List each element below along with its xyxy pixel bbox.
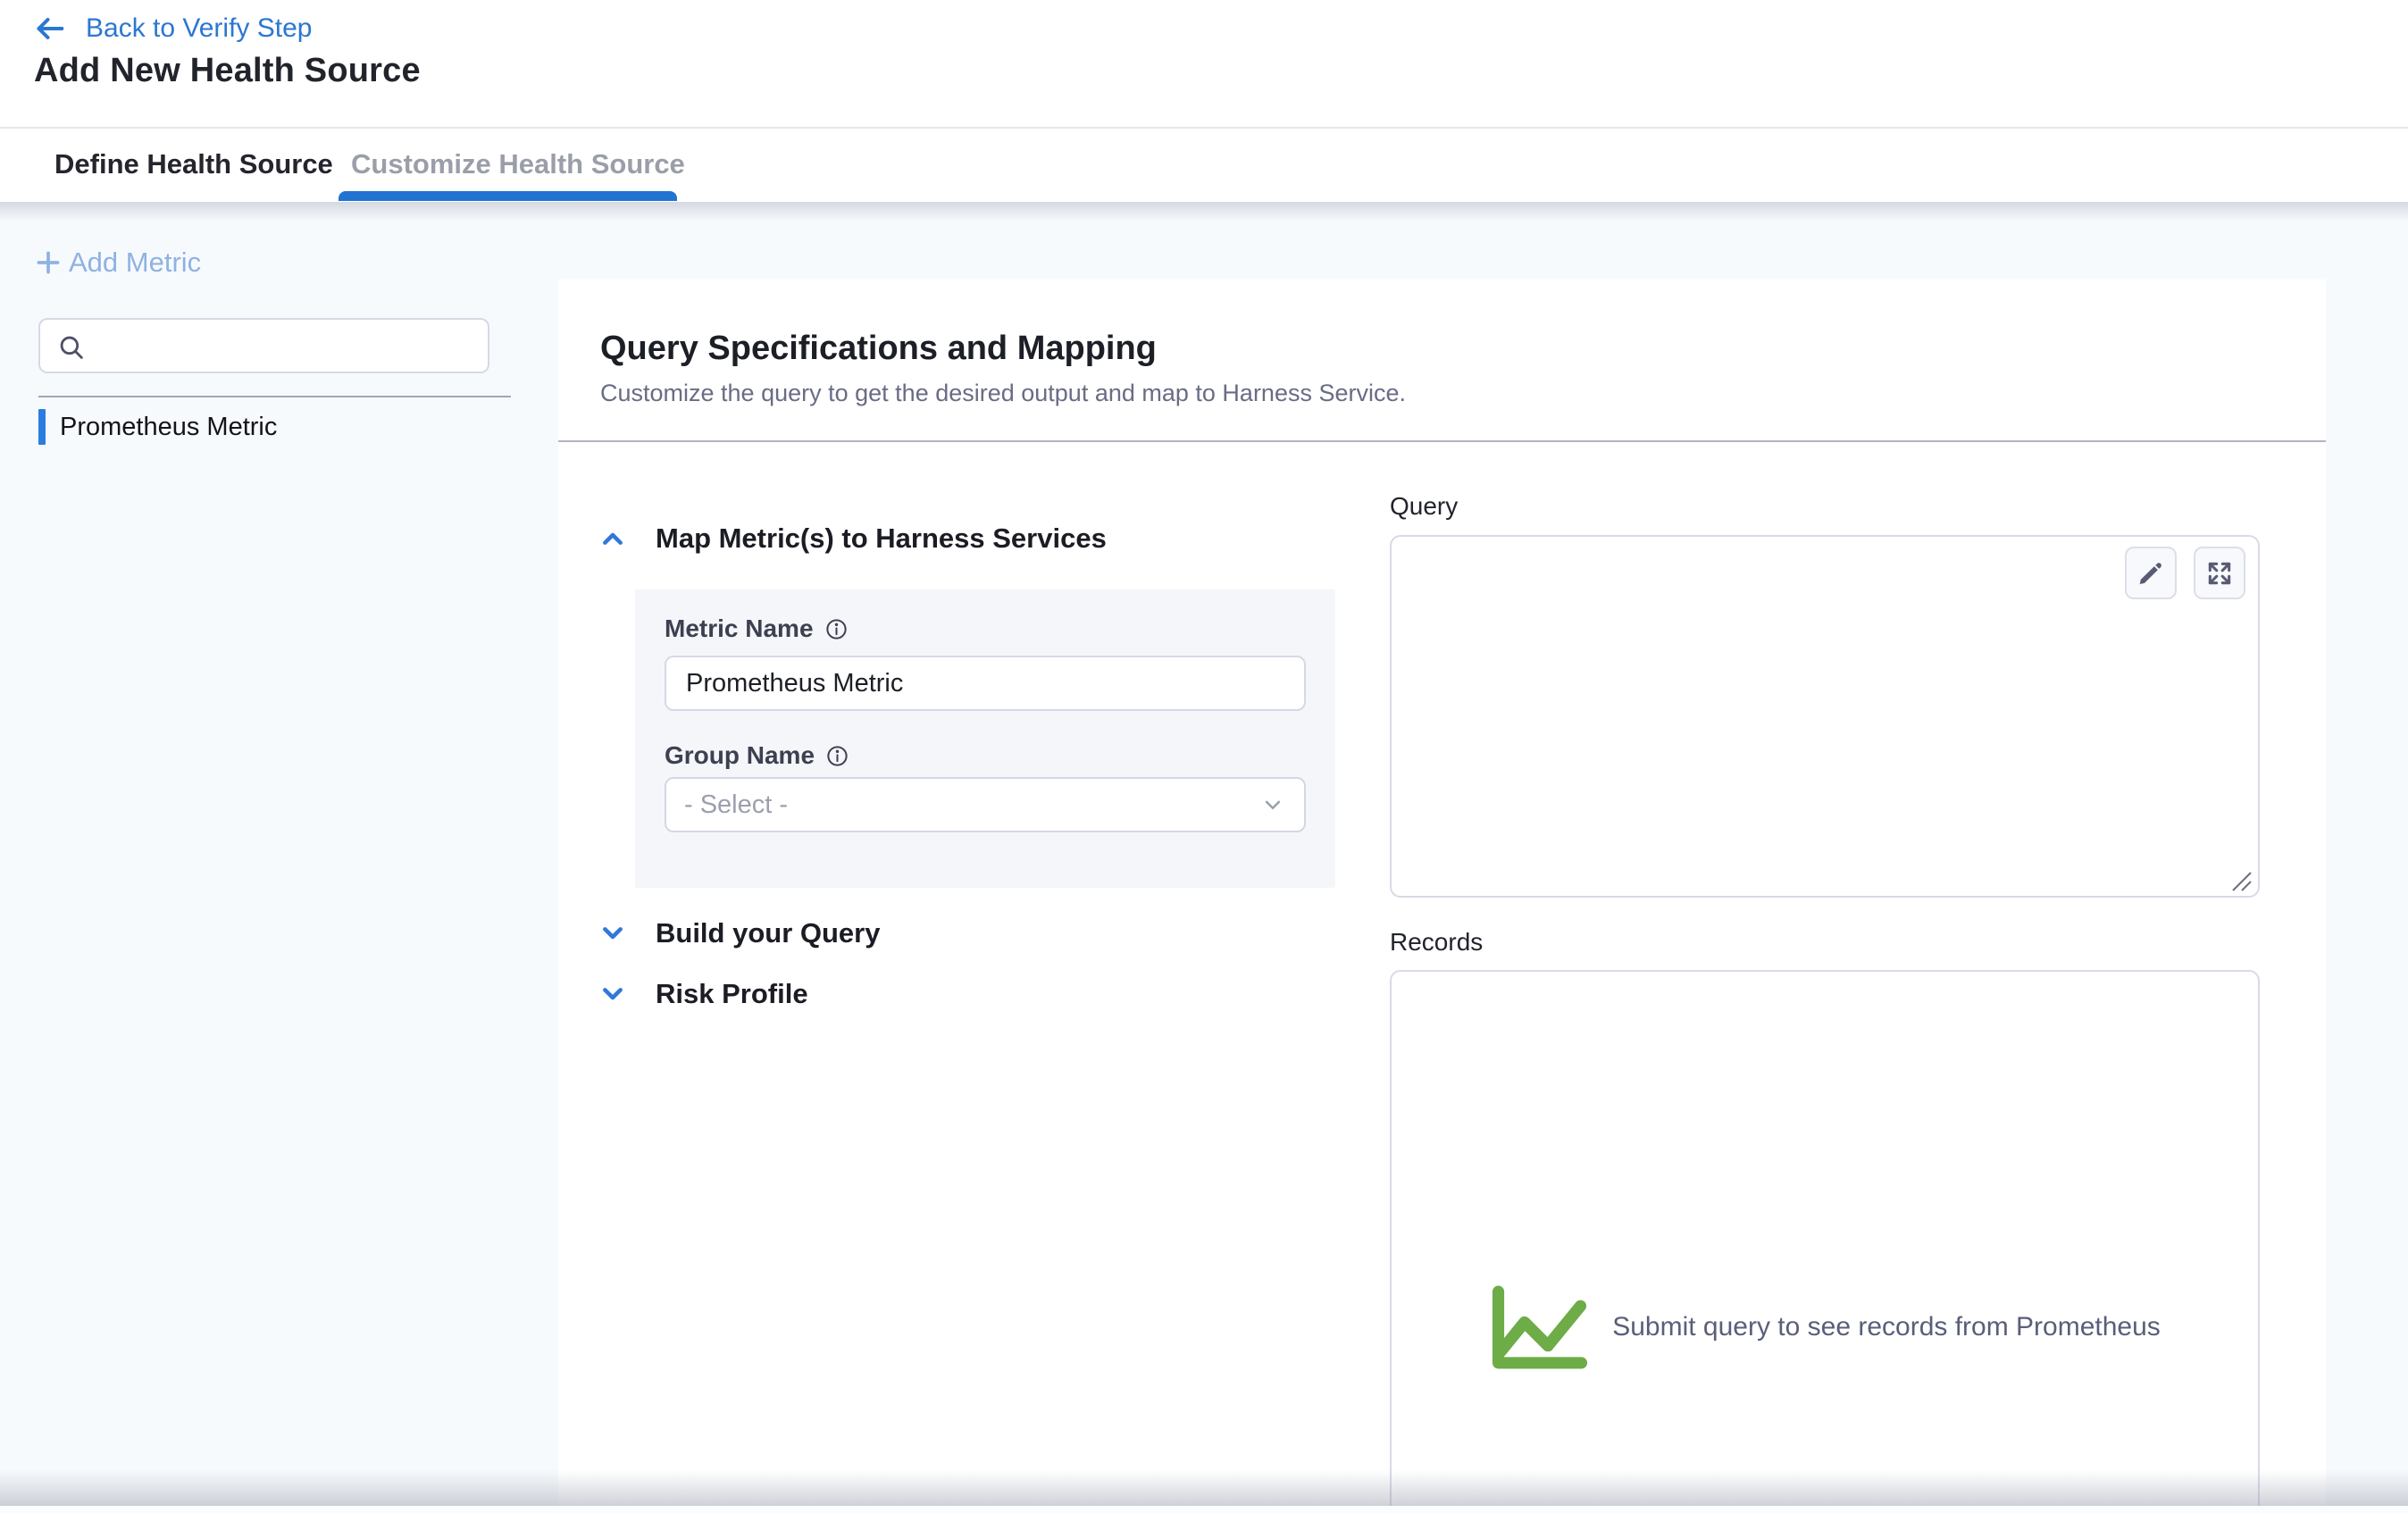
tab-bar-shadow [0,200,2408,222]
selected-indicator-bar [38,409,46,445]
chevron-up-icon [598,524,627,553]
page-title: Add New Health Source [34,52,421,90]
card-subtitle: Customize the query to get the desired o… [600,380,1406,407]
sidebar-item-prometheus-metric[interactable]: Prometheus Metric [38,409,503,445]
search-icon [56,332,87,363]
select-placeholder: - Select - [684,790,788,820]
metric-name-field[interactable] [665,656,1306,711]
back-arrow-icon [32,11,68,46]
line-chart-icon [1489,1284,1589,1370]
query-editor-box [1390,535,2260,898]
metric-name-label: Metric Name [665,614,849,643]
tab-bar: Define Health Source Customize Health So… [0,127,2408,202]
pencil-icon [2136,559,2165,588]
page-header: Back to Verify Step Add New Health Sourc… [0,0,2408,127]
query-label: Query [1390,492,1458,521]
section-label: Map Metric(s) to Harness Services [656,522,1107,555]
add-metric-button[interactable]: Add Metric [33,247,201,279]
chevron-down-icon [1259,791,1286,818]
records-empty-state: Submit query to see records from Prometh… [1392,1284,2258,1370]
back-to-verify-step-link[interactable]: Back to Verify Step [32,11,312,46]
records-label: Records [1390,928,1483,957]
metric-mapping-form-panel: Metric Name Group Name - Select - [635,589,1335,888]
back-link-label: Back to Verify Step [86,13,312,44]
add-health-source-page: Back to Verify Step Add New Health Sourc… [0,0,2408,1513]
chevron-down-icon [598,980,627,1008]
card-divider [558,440,2326,442]
query-textarea[interactable] [1395,540,2167,883]
section-risk-profile[interactable]: Risk Profile [598,978,808,1010]
card-title: Query Specifications and Mapping [600,330,1157,368]
query-specifications-card: Query Specifications and Mapping Customi… [558,280,2326,1513]
tab-define-health-source[interactable]: Define Health Source [54,129,333,200]
info-icon[interactable] [825,744,849,768]
section-map-metrics-to-harness-services[interactable]: Map Metric(s) to Harness Services [598,522,1107,555]
info-icon[interactable] [824,617,849,641]
sidebar-divider [38,396,511,397]
query-toolbar [2125,547,2245,599]
metric-name-label-text: Metric Name [665,614,814,643]
metric-item-label: Prometheus Metric [60,413,277,442]
active-tab-underline [339,191,677,201]
resize-handle[interactable] [2229,869,2253,892]
tab-customize-health-source[interactable]: Customize Health Source [351,129,685,200]
search-input[interactable] [96,322,483,372]
records-box: Submit query to see records from Prometh… [1390,970,2260,1513]
section-label: Risk Profile [656,978,808,1010]
plus-icon [33,247,63,278]
edit-query-button[interactable] [2125,547,2177,599]
section-label: Build your Query [656,917,880,949]
group-name-label: Group Name [665,741,849,770]
add-metric-label: Add Metric [69,247,201,279]
metric-search-box [38,318,489,373]
chevron-down-icon [598,919,627,948]
group-name-select[interactable]: - Select - [665,777,1306,832]
group-name-label-text: Group Name [665,741,815,770]
expand-icon [2205,559,2234,588]
section-build-your-query[interactable]: Build your Query [598,917,880,949]
records-empty-text: Submit query to see records from Prometh… [1612,1312,2161,1342]
expand-query-button[interactable] [2194,547,2245,599]
